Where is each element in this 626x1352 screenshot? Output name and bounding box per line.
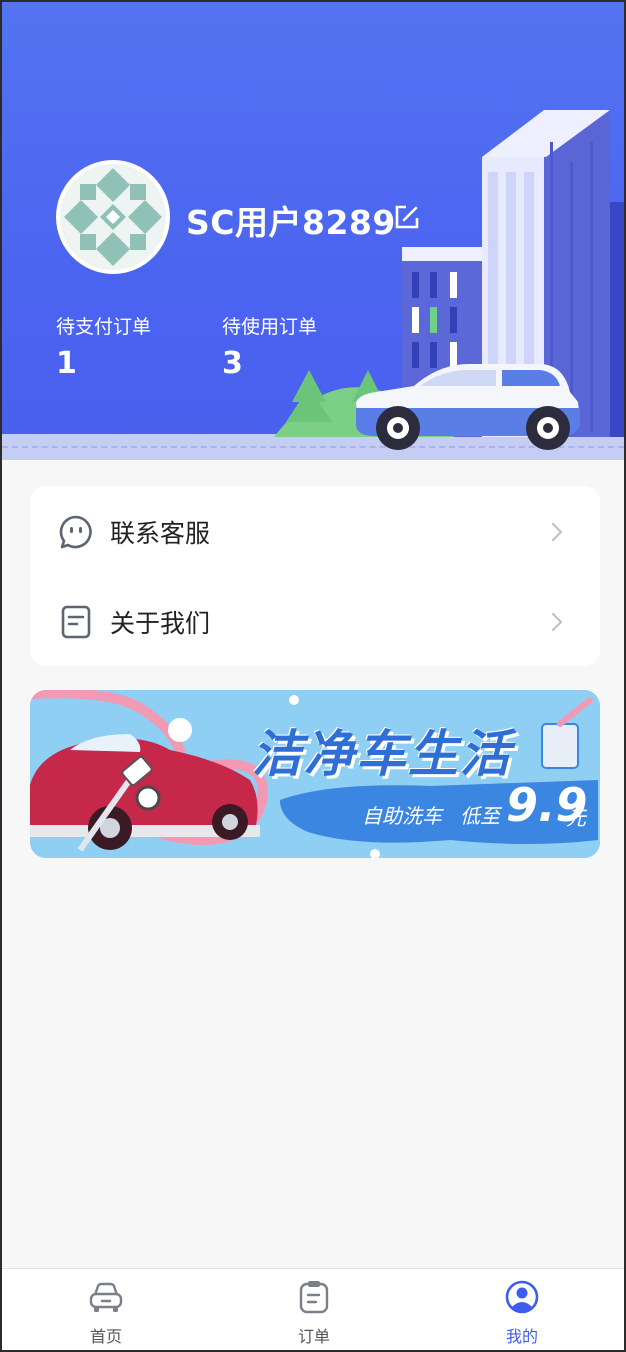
banner-price-prefix: 低至 bbox=[460, 804, 500, 828]
pending-payment-label[interactable]: 待支付订单 bbox=[56, 312, 151, 339]
menu-item-label: 关于我们 bbox=[110, 609, 211, 638]
document-icon bbox=[61, 605, 91, 639]
pending-payment-count[interactable]: 1 bbox=[56, 346, 77, 381]
tab-label: 订单 bbox=[297, 1327, 330, 1346]
tab-home[interactable]: 首页 bbox=[46, 1269, 166, 1351]
menu-item-label: 联系客服 bbox=[110, 519, 211, 548]
banner-subtitle: 自助洗车 bbox=[362, 804, 442, 828]
edit-icon[interactable] bbox=[394, 204, 420, 230]
menu-item-about-us[interactable]: 关于我们 bbox=[30, 576, 600, 666]
chevron-right-icon bbox=[551, 522, 563, 542]
promo-banner[interactable]: 洁净车生活 自助洗车 低至 9.9 元 bbox=[30, 690, 600, 858]
menu-item-contact-service[interactable]: 联系客服 bbox=[30, 486, 600, 576]
chevron-right-icon bbox=[551, 612, 563, 632]
tab-orders[interactable]: 订单 bbox=[254, 1269, 374, 1351]
banner-title: 洁净车生活 bbox=[252, 725, 512, 783]
banner-price-unit: 元 bbox=[566, 806, 586, 830]
profile-header: SC用户8289 待支付订单 1 待使用订单 3 bbox=[2, 2, 624, 460]
tab-label: 我的 bbox=[505, 1327, 538, 1346]
tab-label: 首页 bbox=[89, 1327, 122, 1346]
tab-mine[interactable]: 我的 bbox=[462, 1269, 582, 1351]
order-icon bbox=[299, 1281, 329, 1314]
avatar[interactable] bbox=[56, 160, 170, 274]
car-icon bbox=[89, 1282, 123, 1312]
identicon-avatar bbox=[60, 164, 166, 270]
user-icon bbox=[505, 1280, 539, 1314]
bottom-tab-bar: 首页 订单 我的 bbox=[2, 1268, 624, 1350]
city-car-illustration bbox=[274, 110, 624, 450]
chat-icon bbox=[59, 515, 92, 549]
pending-use-label[interactable]: 待使用订单 bbox=[222, 312, 317, 339]
username: SC用户8289 bbox=[186, 203, 396, 242]
menu-card: 联系客服 关于我们 bbox=[30, 486, 600, 666]
pending-use-count[interactable]: 3 bbox=[222, 346, 243, 381]
